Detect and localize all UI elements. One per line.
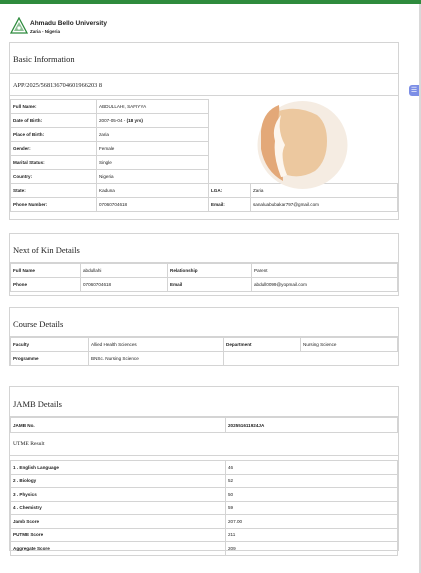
dob-age: (18 yrs) [126, 118, 143, 123]
kin-fullname-value: abdullahi [80, 263, 168, 278]
table-row: Full Name abdullahi Relationship Parent [10, 263, 398, 278]
country-value: Nigeria [96, 169, 209, 184]
marital-status-value: Single [96, 155, 209, 170]
application-number: APP/2025/568136704601966203 8 [10, 74, 398, 96]
passport-photo [257, 101, 348, 189]
jamb-score-value: 207.00 [225, 514, 398, 529]
kin-relationship-label: Relationship [167, 263, 252, 278]
aggregate-score-label: Aggregate Score [10, 541, 226, 556]
table-row: Programme BNSc. Nursing Science [10, 351, 398, 366]
table-row: Faculty Allied Health Sciences Departmen… [10, 337, 398, 352]
email-label: Email: [208, 197, 251, 212]
course-details-table: Faculty Allied Health Sciences Departmen… [10, 337, 398, 366]
faculty-label: Faculty [10, 337, 89, 352]
dob-label: Date of Birth: [10, 113, 97, 128]
phone-label: Phone Number: [10, 197, 97, 212]
kin-phone-value: 07060704618 [80, 277, 168, 292]
pob-label: Place of Birth: [10, 127, 97, 142]
subject-label: 2 . Biology [10, 473, 226, 488]
side-widget-tab[interactable]: ☰ [409, 85, 419, 96]
kin-phone-label: Phone [10, 277, 81, 292]
university-logo-icon [10, 17, 28, 34]
email-value: sanaluabubakar797@gmail.com [250, 197, 398, 212]
jamb-details-title: JAMB Details [10, 387, 398, 417]
table-row: PUTME Score 211 [10, 527, 398, 542]
table-row: JAMB No. 202551611924JA [10, 417, 398, 433]
university-name: Ahmadu Bello University [30, 20, 107, 27]
programme-label: Programme [10, 351, 89, 366]
empty-cell [224, 352, 398, 366]
full-name-label: Full Name: [10, 99, 97, 114]
table-row: 1 . English Language 46 [10, 460, 398, 475]
gender-label: Gender: [10, 141, 97, 156]
dob-value: 2007-05-04 - (18 yrs) [96, 113, 209, 128]
country-label: Country: [10, 169, 97, 184]
course-details-card: Course Details Faculty Allied Health Sci… [9, 307, 399, 366]
subject-label: 3 . Physics [10, 487, 226, 502]
full-name-value: ABDULLAHI, SAFIYYA [96, 99, 209, 114]
marital-status-label: Marital Status: [10, 155, 97, 170]
subject-score: 50 [225, 487, 398, 502]
jamb-no-label: JAMB No. [10, 417, 226, 433]
table-row: 2 . Biology 52 [10, 473, 398, 488]
table-row: Phone 07060704618 Email abdull0099@yopma… [10, 277, 398, 292]
subject-score: 52 [225, 473, 398, 488]
table-row: Aggregate Score 209 [10, 541, 398, 556]
jamb-score-label: Jamb Score [10, 514, 226, 529]
subject-score: 59 [225, 500, 398, 515]
programme-value: BNSc. Nursing Science [88, 351, 224, 366]
pob-value: zaria [96, 127, 209, 142]
next-of-kin-card: Next of Kin Details Full Name abdullahi … [9, 233, 399, 296]
putme-score-value: 211 [225, 527, 398, 542]
next-of-kin-table: Full Name abdullahi Relationship Parent … [10, 263, 398, 292]
kin-fullname-label: Full Name [10, 263, 81, 278]
course-details-title: Course Details [10, 308, 398, 337]
kin-relationship-value: Parent [251, 263, 398, 278]
department-value: Nursing Science [300, 337, 398, 352]
next-of-kin-title: Next of Kin Details [10, 234, 398, 263]
gender-value: Female [96, 141, 209, 156]
table-row: 3 . Physics 50 [10, 487, 398, 502]
kin-email-value: abdull0099@yopmail.com [251, 277, 398, 292]
table-row: Jamb Score 207.00 [10, 514, 398, 529]
state-label: State: [10, 183, 97, 198]
top-accent-bar [0, 0, 421, 4]
state-value: Kaduna [96, 183, 209, 198]
subject-label: 4 . Chemistry [10, 500, 226, 515]
table-row: 4 . Chemistry 59 [10, 500, 398, 515]
table-row: Phone Number: 07060704618 Email: sanalua… [10, 197, 398, 212]
dob-date: 2007-05-04 - [99, 118, 127, 123]
department-label: Department [223, 337, 301, 352]
faculty-value: Allied Health Sciences [88, 337, 224, 352]
phone-value: 07060704618 [96, 197, 209, 212]
basic-info-title: Basic Information [10, 43, 398, 74]
kin-email-label: Email [167, 277, 252, 292]
university-location: Zaria - Nigeria [30, 29, 61, 34]
aggregate-score-value: 209 [225, 541, 398, 556]
jamb-details-card: JAMB Details JAMB No. 202551611924JA UTM… [9, 386, 399, 556]
putme-score-label: PUTME Score [10, 527, 226, 542]
subject-label: 1 . English Language [10, 460, 226, 475]
utme-result-table: 1 . English Language 46 2 . Biology 52 3… [10, 460, 398, 556]
jamb-number-table: JAMB No. 202551611924JA [10, 417, 398, 433]
utme-result-title: UTME Result [10, 433, 398, 456]
subject-score: 46 [225, 460, 398, 475]
lga-label: LGA: [208, 183, 251, 198]
jamb-no-value: 202551611924JA [225, 417, 398, 433]
